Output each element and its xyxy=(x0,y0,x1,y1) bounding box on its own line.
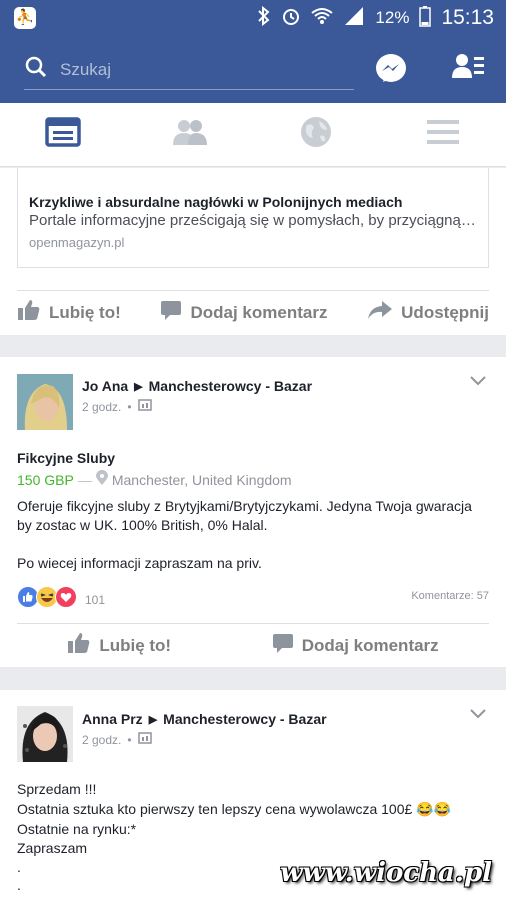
tab-menu[interactable] xyxy=(380,103,506,166)
messenger-icon[interactable] xyxy=(374,52,410,86)
price-separator: — xyxy=(77,472,92,488)
globe-icon xyxy=(300,116,332,153)
link-preview[interactable]: Krzykliwe i absurdalne nagłówki w Poloni… xyxy=(17,168,489,268)
alarm-icon xyxy=(281,6,301,31)
post-time[interactable]: 2 godz. xyxy=(82,733,121,747)
news-feed-icon xyxy=(45,117,81,152)
post-time[interactable]: 2 godz. xyxy=(82,400,121,414)
chevron-down-icon[interactable] xyxy=(470,706,486,724)
like-button[interactable]: Lubię to! xyxy=(67,632,171,659)
post-meta: 2 godz. • xyxy=(82,732,152,747)
tab-bar xyxy=(0,103,506,167)
comment-button[interactable]: Dodaj komentarz xyxy=(272,633,439,658)
tab-notifications[interactable] xyxy=(253,103,380,166)
comment-button[interactable]: Dodaj komentarz xyxy=(160,300,327,325)
search-placeholder: Szukaj xyxy=(60,59,112,79)
post-body-line: Ostatnie na rynku:* xyxy=(17,821,137,837)
post-body-line: Ostatnia sztuka kto pierwszy ten lepszy … xyxy=(17,801,452,817)
love-reaction-icon xyxy=(55,586,77,613)
battery-icon xyxy=(419,5,432,32)
like-button[interactable]: Lubię to! xyxy=(17,299,121,326)
link-description: Portale informacyjne prześcigają się w p… xyxy=(29,212,479,229)
clock: 15:13 xyxy=(441,6,494,29)
comment-label: Dodaj komentarz xyxy=(190,302,328,322)
link-post-card: Krzykliwe i absurdalne nagłówki w Poloni… xyxy=(0,168,506,335)
share-icon xyxy=(367,300,393,325)
bluetooth-icon xyxy=(257,5,271,31)
link-domain: openmagazyn.pl xyxy=(29,235,125,250)
reactions-summary[interactable]: 101 xyxy=(17,586,105,613)
action-bar: Lubię to! Dodaj komentarz Udostępnij xyxy=(17,290,489,334)
post-body-line: Oferuje fikcyjne sluby z Brytyjkami/Bryt… xyxy=(17,498,472,514)
comment-icon xyxy=(160,300,182,325)
item-title: Fikcyjne Sluby xyxy=(17,450,116,466)
tab-friends[interactable] xyxy=(127,103,254,166)
item-location: Manchester, United Kingdom xyxy=(111,472,292,488)
author-name[interactable]: Jo Ana xyxy=(82,378,128,394)
thumbs-up-icon xyxy=(67,632,91,659)
meta-separator: • xyxy=(127,732,132,747)
post-body-line: Sprzedam !!! xyxy=(17,781,97,797)
group-privacy-icon xyxy=(137,399,152,414)
battery-percent: 12% xyxy=(375,8,410,27)
chevron-down-icon[interactable] xyxy=(470,373,486,391)
meta-separator: • xyxy=(127,399,132,414)
arrow-right-icon: ▶ xyxy=(148,713,158,726)
arrow-right-icon: ▶ xyxy=(134,380,143,393)
post-body-line: Po wiecej informacji zapraszam na priv. xyxy=(17,555,262,571)
search-icon xyxy=(24,55,48,84)
wifi-icon xyxy=(311,7,334,30)
post-header: Anna Prz ▶ Manchesterowcy - Bazar xyxy=(82,711,327,727)
post-header: Jo Ana ▶ Manchesterowcy - Bazar xyxy=(82,378,312,394)
comments-count[interactable]: Komentarze: 57 xyxy=(411,590,489,602)
post-meta: 2 godz. • xyxy=(82,399,152,414)
like-label: Lubię to! xyxy=(99,635,172,655)
item-price-row: 150 GBP — Manchester, United Kingdom xyxy=(17,470,497,491)
signal-icon xyxy=(343,6,365,31)
post-body-line: Zapraszam xyxy=(17,840,88,856)
comment-icon xyxy=(272,633,294,658)
share-label: Udostępnij xyxy=(401,302,489,322)
action-bar: Lubię to! Dodaj komentarz xyxy=(17,623,489,667)
menu-icon xyxy=(426,119,459,150)
thumbs-up-icon xyxy=(17,299,41,326)
item-price: 150 GBP xyxy=(17,472,74,488)
reactions-count: 101 xyxy=(85,592,106,607)
author-name[interactable]: Anna Prz xyxy=(82,711,143,727)
search-input[interactable]: Szukaj xyxy=(24,50,354,90)
avatar[interactable] xyxy=(17,706,73,762)
avatar[interactable] xyxy=(17,374,73,430)
status-bar: ⛹ 12% 15:13 xyxy=(0,0,506,36)
like-label: Lubię to! xyxy=(49,302,121,322)
location-pin-icon xyxy=(95,470,108,491)
group-name[interactable]: Manchesterowcy - Bazar xyxy=(163,711,326,727)
watermark: www.wiocha.pl xyxy=(280,858,492,888)
top-bar: Szukaj xyxy=(0,36,506,103)
post-body-line: by zostac w UK. 100% British, 0% Halal. xyxy=(17,517,268,533)
link-title: Krzykliwe i absurdalne nagłówki w Poloni… xyxy=(29,194,403,210)
share-button[interactable]: Udostępnij xyxy=(367,300,489,325)
app-notification-icon: ⛹ xyxy=(14,7,36,29)
group-privacy-icon xyxy=(137,732,152,747)
comment-label: Dodaj komentarz xyxy=(301,635,439,655)
post-card: Jo Ana ▶ Manchesterowcy - Bazar 2 godz. … xyxy=(0,357,506,667)
group-name[interactable]: Manchesterowcy - Bazar xyxy=(149,378,312,394)
tab-news-feed[interactable] xyxy=(0,103,127,166)
friends-icon xyxy=(172,118,208,151)
friend-requests-icon[interactable] xyxy=(452,52,488,86)
